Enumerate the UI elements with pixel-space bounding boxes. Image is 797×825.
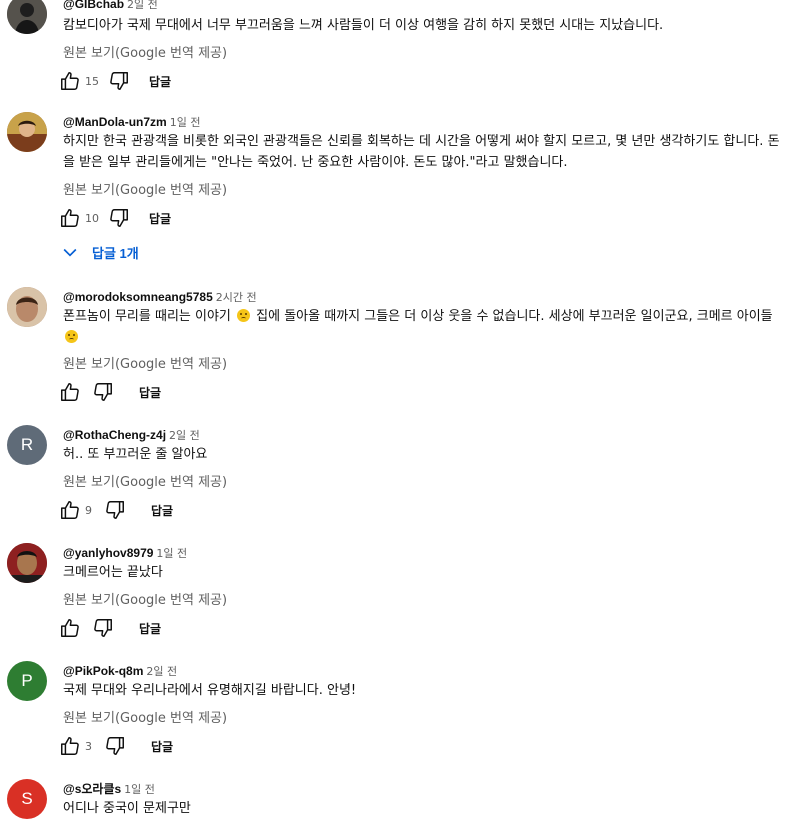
author-name[interactable]: @PikPok-q8m bbox=[63, 664, 143, 678]
avatar[interactable] bbox=[7, 543, 47, 583]
reply-button[interactable]: 답글 bbox=[149, 210, 171, 227]
avatar-letter[interactable]: R bbox=[7, 425, 47, 465]
comment-text: 캄보디아가 국제 무대에서 너무 부끄러움을 느껴 사람들이 더 이상 여행을 … bbox=[63, 18, 664, 33]
comment-header: @PikPok-q8m 2일 전 bbox=[63, 661, 177, 681]
comment-time[interactable]: 2일 전 bbox=[146, 665, 177, 678]
sad-face-emoji-icon bbox=[237, 309, 251, 322]
like-count: 10 bbox=[85, 211, 99, 225]
author-name[interactable]: @yanlyhov8979 bbox=[63, 546, 153, 560]
thumb-up-icon[interactable] bbox=[58, 734, 82, 758]
comment-header: @ManDola-un7zm 1일 전 bbox=[63, 112, 200, 132]
author-name[interactable]: @ManDola-un7zm bbox=[63, 115, 167, 129]
replies-count-label: 답글 1개 bbox=[92, 245, 139, 261]
like-count: 9 bbox=[85, 503, 92, 517]
thumb-up-icon[interactable] bbox=[58, 69, 82, 93]
comment-header: @s오라클s 1일 전 bbox=[63, 779, 155, 799]
comment-time[interactable]: 2일 전 bbox=[127, 0, 158, 11]
view-original-link[interactable]: 원본 보기(Google 번역 제공) bbox=[63, 179, 227, 198]
comment-actions: 9 답글 bbox=[58, 498, 173, 522]
comment-text-part: 집에 돌아올 때까지 그들은 더 이상 웃을 수 없습니다. 세상에 부끄러운 … bbox=[256, 309, 773, 324]
comment-actions: 답글 bbox=[58, 616, 161, 640]
thumb-up-icon[interactable] bbox=[58, 380, 82, 404]
view-original-link[interactable]: 원본 보기(Google 번역 제공) bbox=[63, 42, 227, 61]
comment-text: 국제 무대와 우리나라에서 유명해지길 바랍니다. 안녕! bbox=[63, 683, 357, 698]
sad-face-emoji-icon bbox=[65, 330, 78, 343]
view-original-link[interactable]: 원본 보기(Google 번역 제공) bbox=[63, 589, 227, 608]
view-original-link[interactable]: 원본 보기(Google 번역 제공) bbox=[63, 707, 227, 726]
comment-actions: 10 답글 bbox=[58, 206, 171, 230]
like-count: 3 bbox=[85, 739, 92, 753]
comment-text: 하지만 한국 관광객을 비롯한 외국인 관광객들은 신뢰를 회복하는 데 시간을… bbox=[63, 134, 780, 170]
comment-text: 폰프놈이 무리를 때리는 이야기 집에 돌아올 때까지 그들은 더 이상 웃을 … bbox=[63, 306, 791, 348]
author-name[interactable]: @morodoksomneang5785 bbox=[63, 290, 213, 304]
reply-button[interactable]: 답글 bbox=[149, 73, 171, 90]
comment-time[interactable]: 1일 전 bbox=[170, 116, 201, 129]
thumb-up-icon[interactable] bbox=[58, 498, 82, 522]
author-name[interactable]: @GIBchab bbox=[63, 0, 124, 11]
comment-text: 허.. 또 부끄러운 줄 알아요 bbox=[63, 447, 208, 462]
thumb-down-icon[interactable] bbox=[107, 206, 131, 230]
avatar-letter[interactable]: S bbox=[7, 779, 47, 819]
author-name[interactable]: @RothaCheng-z4j bbox=[63, 428, 166, 442]
thumb-down-icon[interactable] bbox=[103, 498, 127, 522]
avatar[interactable] bbox=[7, 112, 47, 152]
reply-button[interactable]: 답글 bbox=[151, 502, 173, 519]
comment-time[interactable]: 2일 전 bbox=[169, 429, 200, 442]
thumb-up-icon[interactable] bbox=[58, 206, 82, 230]
comment-header: @yanlyhov8979 1일 전 bbox=[63, 543, 187, 563]
reply-button[interactable]: 답글 bbox=[139, 620, 161, 637]
comment-text-part: 폰프놈이 무리를 때리는 이야기 bbox=[63, 309, 231, 324]
comment-actions: 답글 bbox=[58, 380, 161, 404]
thumb-down-icon[interactable] bbox=[103, 734, 127, 758]
thumb-down-icon[interactable] bbox=[91, 616, 115, 640]
avatar[interactable] bbox=[7, 0, 47, 34]
like-count: 15 bbox=[85, 74, 99, 88]
author-name[interactable]: @s오라클s bbox=[63, 782, 121, 796]
thumb-down-icon[interactable] bbox=[107, 69, 131, 93]
thumb-down-icon[interactable] bbox=[91, 380, 115, 404]
reply-button[interactable]: 답글 bbox=[151, 738, 173, 755]
view-replies-button[interactable]: 답글 1개 bbox=[60, 242, 139, 262]
comment-time[interactable]: 1일 전 bbox=[156, 547, 187, 560]
comment-header: @GIBchab 2일 전 bbox=[63, 0, 158, 14]
comment-text: 어디나 중국이 문제구만 bbox=[63, 801, 191, 816]
comment-text: 크메르어는 끝났다 bbox=[63, 565, 163, 580]
view-original-link[interactable]: 원본 보기(Google 번역 제공) bbox=[63, 353, 227, 372]
comment-header: @morodoksomneang5785 2시간 전 bbox=[63, 287, 257, 307]
chevron-down-icon bbox=[63, 248, 77, 257]
comment-actions: 3 답글 bbox=[58, 734, 173, 758]
reply-button[interactable]: 답글 bbox=[139, 384, 161, 401]
comment-actions: 15 답글 bbox=[58, 69, 171, 93]
view-original-link[interactable]: 원본 보기(Google 번역 제공) bbox=[63, 471, 227, 490]
comment-time[interactable]: 1일 전 bbox=[124, 783, 155, 796]
avatar[interactable] bbox=[7, 287, 47, 327]
thumb-up-icon[interactable] bbox=[58, 616, 82, 640]
comment-header: @RothaCheng-z4j 2일 전 bbox=[63, 425, 200, 445]
comment-time[interactable]: 2시간 전 bbox=[216, 291, 257, 304]
avatar-letter[interactable]: P bbox=[7, 661, 47, 701]
